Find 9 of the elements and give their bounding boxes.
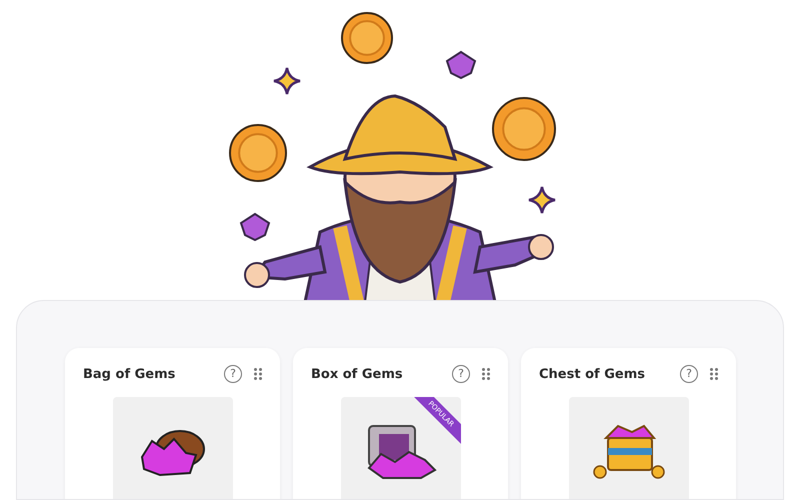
card-title: Bag of Gems [83, 366, 176, 382]
help-button[interactable]: ? [224, 365, 242, 383]
drag-handle-icon[interactable] [254, 368, 262, 380]
card-title: Box of Gems [311, 366, 404, 382]
drag-handle-icon[interactable] [710, 368, 718, 380]
help-button[interactable]: ? [680, 365, 698, 383]
drag-handle-icon[interactable] [482, 368, 490, 380]
help-button[interactable]: ? [452, 365, 470, 383]
card-title: Chest of Gems [539, 366, 646, 382]
